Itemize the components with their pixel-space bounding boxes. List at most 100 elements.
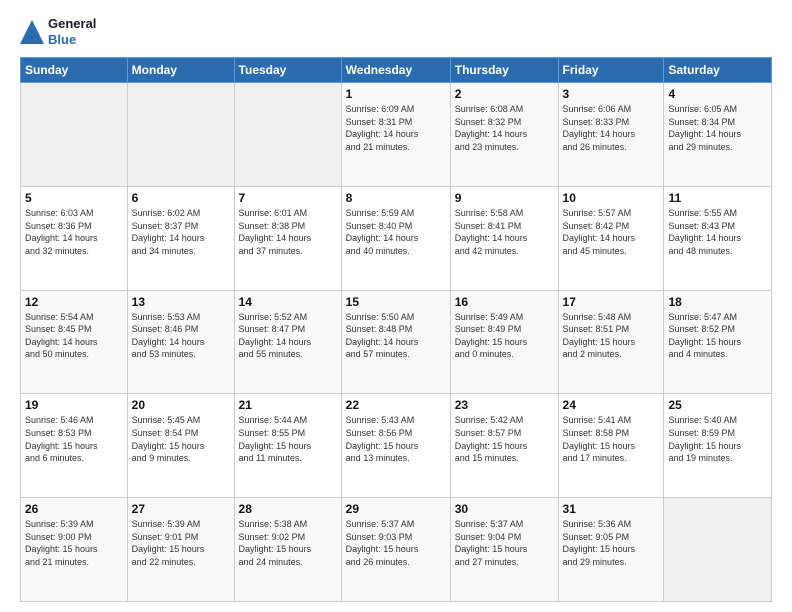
logo-svg-icon	[20, 20, 44, 44]
day-of-week-tuesday: Tuesday	[234, 58, 341, 83]
calendar-cell	[21, 83, 128, 187]
day-number: 26	[25, 502, 123, 516]
day-number: 4	[668, 87, 767, 101]
calendar-cell: 8Sunrise: 5:59 AM Sunset: 8:40 PM Daylig…	[341, 186, 450, 290]
day-info: Sunrise: 5:59 AM Sunset: 8:40 PM Dayligh…	[346, 207, 446, 257]
day-number: 13	[132, 295, 230, 309]
day-number: 3	[563, 87, 660, 101]
day-number: 18	[668, 295, 767, 309]
day-number: 31	[563, 502, 660, 516]
header: GeneralBlue	[20, 16, 772, 47]
day-of-week-saturday: Saturday	[664, 58, 772, 83]
day-info: Sunrise: 5:48 AM Sunset: 8:51 PM Dayligh…	[563, 311, 660, 361]
day-info: Sunrise: 5:50 AM Sunset: 8:48 PM Dayligh…	[346, 311, 446, 361]
day-number: 2	[455, 87, 554, 101]
calendar-cell: 18 Sunrise: 5:47 AM Sunset: 8:52 PM Dayli…	[664, 290, 772, 394]
day-number: 28	[239, 502, 337, 516]
calendar-cell: 26 Sunrise: 5:39 AM Sunset: 9:00 PM Dayli…	[21, 498, 128, 602]
page: GeneralBlue SundayMondayTuesdayWednesday…	[0, 0, 792, 612]
day-number: 17	[563, 295, 660, 309]
calendar-cell	[234, 83, 341, 187]
calendar-cell	[127, 83, 234, 187]
day-number: 1	[346, 87, 446, 101]
day-info: Sunrise: 5:41 AM Sunset: 8:58 PM Dayligh…	[563, 414, 660, 464]
week-row-3: 12 Sunrise: 5:54 AM Sunset: 8:45 PM Dayli…	[21, 290, 772, 394]
week-row-2: 5 Sunrise: 6:03 AM Sunset: 8:36 PM Daylig…	[21, 186, 772, 290]
day-info: Sunrise: 5:43 AM Sunset: 8:56 PM Dayligh…	[346, 414, 446, 464]
calendar-cell: 12 Sunrise: 5:54 AM Sunset: 8:45 PM Dayli…	[21, 290, 128, 394]
day-info: Sunrise: 5:37 AM Sunset: 9:04 PM Dayligh…	[455, 518, 554, 568]
logo: GeneralBlue	[20, 16, 96, 47]
day-info: Sunrise: 5:53 AM Sunset: 8:46 PM Dayligh…	[132, 311, 230, 361]
day-info: Sunrise: 5:37 AM Sunset: 9:03 PM Dayligh…	[346, 518, 446, 568]
day-info: Sunrise: 5:38 AM Sunset: 9:02 PM Dayligh…	[239, 518, 337, 568]
day-number: 5	[25, 191, 123, 205]
day-info: Sunrise: 6:03 AM Sunset: 8:36 PM Dayligh…	[25, 207, 123, 257]
calendar-cell: 13 Sunrise: 5:53 AM Sunset: 8:46 PM Dayli…	[127, 290, 234, 394]
day-info: Sunrise: 5:36 AM Sunset: 9:05 PM Dayligh…	[563, 518, 660, 568]
calendar-cell: 19 Sunrise: 5:46 AM Sunset: 8:53 PM Dayli…	[21, 394, 128, 498]
day-of-week-monday: Monday	[127, 58, 234, 83]
calendar-cell: 23 Sunrise: 5:42 AM Sunset: 8:57 PM Dayli…	[450, 394, 558, 498]
days-header-row: SundayMondayTuesdayWednesdayThursdayFrid…	[21, 58, 772, 83]
day-number: 27	[132, 502, 230, 516]
day-info: Sunrise: 6:08 AM Sunset: 8:32 PM Dayligh…	[455, 103, 554, 153]
calendar-cell: 4 Sunrise: 6:05 AM Sunset: 8:34 PM Daylig…	[664, 83, 772, 187]
calendar-cell: 25 Sunrise: 5:40 AM Sunset: 8:59 PM Dayli…	[664, 394, 772, 498]
day-info: Sunrise: 5:45 AM Sunset: 8:54 PM Dayligh…	[132, 414, 230, 464]
day-info: Sunrise: 5:47 AM Sunset: 8:52 PM Dayligh…	[668, 311, 767, 361]
day-info: Sunrise: 6:02 AM Sunset: 8:37 PM Dayligh…	[132, 207, 230, 257]
calendar-cell: 30 Sunrise: 5:37 AM Sunset: 9:04 PM Dayli…	[450, 498, 558, 602]
day-info: Sunrise: 5:39 AM Sunset: 9:00 PM Dayligh…	[25, 518, 123, 568]
calendar: SundayMondayTuesdayWednesdayThursdayFrid…	[20, 57, 772, 602]
day-of-week-friday: Friday	[558, 58, 664, 83]
calendar-cell: 31 Sunrise: 5:36 AM Sunset: 9:05 PM Dayli…	[558, 498, 664, 602]
calendar-cell: 10Sunrise: 5:57 AM Sunset: 8:42 PM Dayli…	[558, 186, 664, 290]
day-number: 9	[455, 191, 554, 205]
day-number: 23	[455, 398, 554, 412]
calendar-cell: 9 Sunrise: 5:58 AM Sunset: 8:41 PM Daylig…	[450, 186, 558, 290]
day-info: Sunrise: 5:42 AM Sunset: 8:57 PM Dayligh…	[455, 414, 554, 464]
day-number: 19	[25, 398, 123, 412]
day-number: 25	[668, 398, 767, 412]
day-number: 7	[239, 191, 337, 205]
day-info: Sunrise: 5:44 AM Sunset: 8:55 PM Dayligh…	[239, 414, 337, 464]
day-info: Sunrise: 5:40 AM Sunset: 8:59 PM Dayligh…	[668, 414, 767, 464]
calendar-cell: 24 Sunrise: 5:41 AM Sunset: 8:58 PM Dayli…	[558, 394, 664, 498]
week-row-5: 26 Sunrise: 5:39 AM Sunset: 9:00 PM Dayli…	[21, 498, 772, 602]
calendar-cell: 11Sunrise: 5:55 AM Sunset: 8:43 PM Dayli…	[664, 186, 772, 290]
day-number: 22	[346, 398, 446, 412]
day-info: Sunrise: 6:05 AM Sunset: 8:34 PM Dayligh…	[668, 103, 767, 153]
calendar-cell: 3Sunrise: 6:06 AM Sunset: 8:33 PM Daylig…	[558, 83, 664, 187]
calendar-cell: 20 Sunrise: 5:45 AM Sunset: 8:54 PM Dayli…	[127, 394, 234, 498]
calendar-cell: 7 Sunrise: 6:01 AM Sunset: 8:38 PM Daylig…	[234, 186, 341, 290]
week-row-1: 1Sunrise: 6:09 AM Sunset: 8:31 PM Daylig…	[21, 83, 772, 187]
day-number: 12	[25, 295, 123, 309]
day-of-week-thursday: Thursday	[450, 58, 558, 83]
day-of-week-wednesday: Wednesday	[341, 58, 450, 83]
calendar-body: 1Sunrise: 6:09 AM Sunset: 8:31 PM Daylig…	[21, 83, 772, 602]
day-info: Sunrise: 5:58 AM Sunset: 8:41 PM Dayligh…	[455, 207, 554, 257]
day-info: Sunrise: 5:54 AM Sunset: 8:45 PM Dayligh…	[25, 311, 123, 361]
day-number: 21	[239, 398, 337, 412]
calendar-cell	[664, 498, 772, 602]
week-row-4: 19 Sunrise: 5:46 AM Sunset: 8:53 PM Dayli…	[21, 394, 772, 498]
calendar-cell: 17 Sunrise: 5:48 AM Sunset: 8:51 PM Dayli…	[558, 290, 664, 394]
calendar-cell: 16Sunrise: 5:49 AM Sunset: 8:49 PM Dayli…	[450, 290, 558, 394]
day-number: 24	[563, 398, 660, 412]
calendar-cell: 2 Sunrise: 6:08 AM Sunset: 8:32 PM Daylig…	[450, 83, 558, 187]
day-info: Sunrise: 5:46 AM Sunset: 8:53 PM Dayligh…	[25, 414, 123, 464]
day-number: 16	[455, 295, 554, 309]
day-info: Sunrise: 5:52 AM Sunset: 8:47 PM Dayligh…	[239, 311, 337, 361]
calendar-cell: 6Sunrise: 6:02 AM Sunset: 8:37 PM Daylig…	[127, 186, 234, 290]
day-number: 10	[563, 191, 660, 205]
day-number: 20	[132, 398, 230, 412]
calendar-cell: 29Sunrise: 5:37 AM Sunset: 9:03 PM Dayli…	[341, 498, 450, 602]
calendar-cell: 21 Sunrise: 5:44 AM Sunset: 8:55 PM Dayli…	[234, 394, 341, 498]
day-info: Sunrise: 6:01 AM Sunset: 8:38 PM Dayligh…	[239, 207, 337, 257]
day-number: 30	[455, 502, 554, 516]
day-number: 14	[239, 295, 337, 309]
calendar-cell: 22 Sunrise: 5:43 AM Sunset: 8:56 PM Dayli…	[341, 394, 450, 498]
calendar-cell: 5 Sunrise: 6:03 AM Sunset: 8:36 PM Daylig…	[21, 186, 128, 290]
day-info: Sunrise: 5:55 AM Sunset: 8:43 PM Dayligh…	[668, 207, 767, 257]
